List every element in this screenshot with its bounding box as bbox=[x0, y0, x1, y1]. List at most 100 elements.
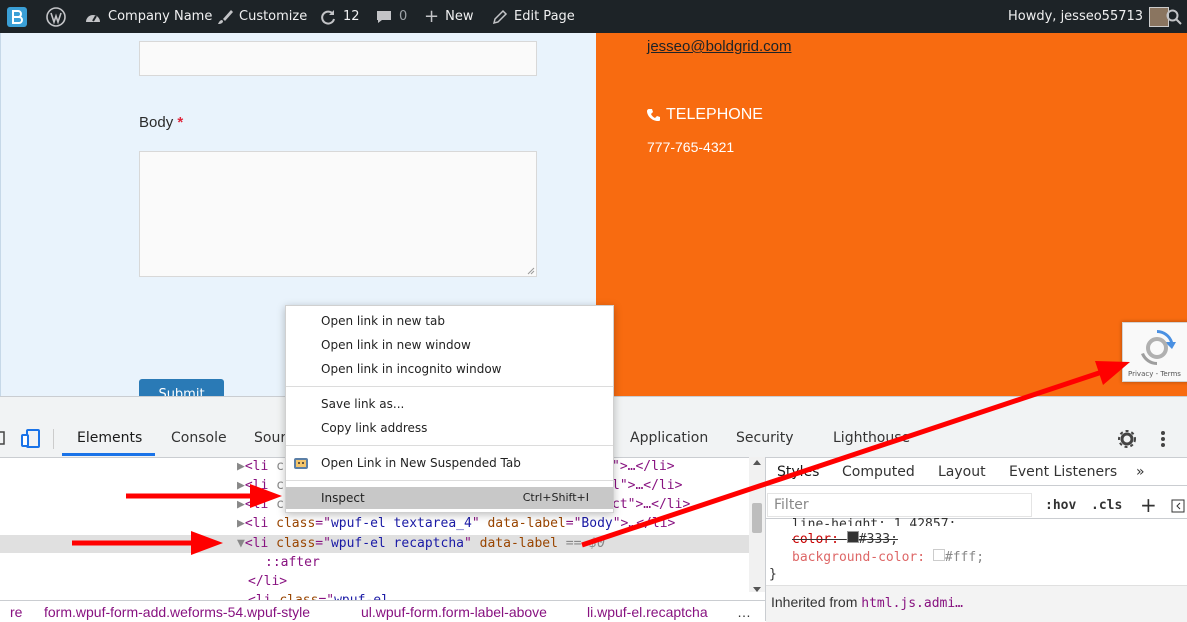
tab-application[interactable]: Application bbox=[630, 430, 708, 446]
breadcrumb-item[interactable]: form.wpuf-form-add.weforms-54.wpuf-style bbox=[44, 604, 310, 620]
styles-filter-input[interactable]: Filter bbox=[767, 493, 1032, 517]
menu-separator bbox=[286, 445, 613, 446]
tab-layout[interactable]: Layout bbox=[938, 464, 986, 480]
more-options-icon[interactable] bbox=[1160, 430, 1166, 448]
cls-toggle[interactable]: .cls bbox=[1091, 498, 1122, 513]
edit-page-label: Edit Page bbox=[514, 9, 575, 24]
tab-computed[interactable]: Computed bbox=[842, 464, 915, 480]
scroll-down-icon[interactable] bbox=[753, 587, 761, 593]
updates-count: 12 bbox=[343, 9, 360, 24]
hov-toggle[interactable]: :hov bbox=[1045, 498, 1076, 513]
css-color-val: #333; bbox=[858, 532, 898, 547]
new-label: New bbox=[445, 9, 474, 24]
menu-item-label: Save link as... bbox=[321, 397, 405, 411]
css-bg-line[interactable]: background-color: #fff; bbox=[792, 549, 984, 565]
tab-elements[interactable]: Elements bbox=[77, 430, 142, 446]
updates-link[interactable]: 12 bbox=[319, 0, 360, 33]
dom-line-5[interactable]: ▼<li class="wpuf-el recaptcha" data-labe… bbox=[237, 536, 605, 551]
menu-item-save-link[interactable]: Save link as... bbox=[286, 393, 613, 415]
phone-icon bbox=[647, 109, 660, 121]
menu-item-suspended-tab[interactable]: Open Link in New Suspended Tab bbox=[286, 452, 613, 474]
menu-item-copy-link[interactable]: Copy link address bbox=[286, 417, 613, 439]
dom-line-1[interactable]: ▶<li c bbox=[237, 459, 284, 474]
site-name-label: Company Name bbox=[108, 9, 213, 24]
context-menu: Open link in new tab Open link in new wi… bbox=[285, 305, 614, 513]
dashboard-gauge-icon bbox=[86, 14, 100, 22]
tab-security[interactable]: Security bbox=[736, 430, 794, 446]
howdy-label: Howdy, jesseo55713 bbox=[1008, 9, 1144, 24]
menu-item-label: Open Link in New Suspended Tab bbox=[321, 456, 521, 470]
dom-line-3[interactable]: ▶<li c bbox=[237, 497, 284, 512]
menu-item-label: Inspect bbox=[321, 491, 365, 505]
inspect-element-icon[interactable] bbox=[0, 430, 6, 446]
menu-item-label: Open link in new window bbox=[321, 338, 471, 352]
menu-item-open-new-tab[interactable]: Open link in new tab bbox=[286, 310, 613, 332]
menu-item-open-new-window[interactable]: Open link in new window bbox=[286, 334, 613, 356]
new-content-menu[interactable]: + New bbox=[424, 0, 473, 33]
body-label-text: Body bbox=[139, 114, 174, 131]
great-suspender-icon bbox=[294, 458, 308, 469]
search-icon[interactable] bbox=[1166, 0, 1182, 33]
dom-scrollbar-thumb[interactable] bbox=[752, 503, 762, 533]
scroll-up-icon[interactable] bbox=[753, 459, 761, 465]
breadcrumb-more-icon[interactable]: … bbox=[737, 604, 751, 620]
tab-lighthouse[interactable]: Lighthouse bbox=[833, 430, 910, 446]
css-bg-prop: background-color: bbox=[792, 550, 926, 565]
edit-page-link[interactable]: Edit Page bbox=[492, 0, 575, 33]
dom-line-4-class: wpuf-el textarea_4 bbox=[330, 516, 472, 531]
more-tabs-icon[interactable]: » bbox=[1136, 464, 1145, 480]
breadcrumb-item[interactable]: li.wpuf-el.recaptcha bbox=[587, 604, 708, 620]
comments-link[interactable]: 0 bbox=[375, 0, 407, 33]
telephone-heading: TELEPHONE bbox=[647, 106, 763, 124]
color-swatch[interactable] bbox=[846, 531, 859, 543]
menu-item-label: Copy link address bbox=[321, 421, 428, 435]
dom-after-pseudo[interactable]: ::after bbox=[265, 555, 320, 570]
css-color-line[interactable]: color: #333; bbox=[792, 531, 898, 547]
telephone-heading-text: TELEPHONE bbox=[666, 106, 763, 123]
resize-handle-icon[interactable] bbox=[527, 267, 535, 275]
inherited-selector-link[interactable]: html.js.admi… bbox=[861, 596, 963, 611]
menu-separator bbox=[286, 386, 613, 387]
tab-styles[interactable]: Styles bbox=[777, 464, 819, 480]
breadcrumb-item[interactable]: ul.wpuf-form.form-label-above bbox=[361, 604, 547, 620]
recaptcha-privacy-terms[interactable]: Privacy - Terms bbox=[1128, 370, 1181, 378]
dom-close-li[interactable]: </li> bbox=[248, 574, 287, 589]
gear-icon[interactable] bbox=[1118, 430, 1136, 448]
active-tab-indicator bbox=[62, 453, 155, 456]
breadcrumb-item[interactable]: re bbox=[10, 604, 22, 620]
menu-item-inspect[interactable]: Inspect Ctrl+Shift+I bbox=[286, 487, 613, 509]
submit-button[interactable]: Submit bbox=[139, 379, 224, 396]
my-account-menu[interactable]: Howdy, jesseo55713 bbox=[1008, 0, 1170, 33]
tab-console[interactable]: Console bbox=[171, 430, 227, 446]
menu-item-open-incognito[interactable]: Open link in incognito window bbox=[286, 358, 613, 380]
css-color-prop: color: bbox=[792, 532, 839, 547]
dom-line-1-tail: ">…</li> bbox=[612, 459, 675, 474]
new-style-rule-icon[interactable]: + bbox=[1140, 493, 1157, 517]
dom-line-4[interactable]: ▶<li class="wpuf-el textarea_4" data-lab… bbox=[237, 516, 675, 531]
site-name-menu[interactable]: Company Name bbox=[84, 0, 212, 33]
body-textarea[interactable] bbox=[139, 151, 537, 277]
wordpress-logo-icon[interactable] bbox=[46, 0, 66, 33]
admin-bar: Company Name Customize 12 0 + New Edit P… bbox=[0, 0, 1187, 33]
dom-line-2[interactable]: ▶<li c bbox=[237, 478, 284, 493]
menu-item-label: Open link in incognito window bbox=[321, 362, 502, 376]
comment-bubble-icon bbox=[377, 10, 391, 23]
device-toolbar-icon[interactable] bbox=[21, 428, 41, 448]
contact-info-panel bbox=[596, 33, 1187, 396]
css-line-height[interactable]: line-height: 1.42857; bbox=[792, 517, 956, 526]
color-swatch[interactable] bbox=[932, 549, 945, 561]
dom-line-2-tail: l">…</li> bbox=[612, 478, 683, 493]
tab-sources[interactable]: Sour bbox=[254, 430, 286, 446]
required-marker: * bbox=[177, 114, 184, 131]
recaptcha-logo-icon bbox=[1141, 330, 1176, 365]
tab-event-listeners[interactable]: Event Listeners bbox=[1009, 464, 1117, 480]
customize-link[interactable]: Customize bbox=[217, 0, 307, 33]
boldgrid-logo-icon[interactable] bbox=[6, 0, 28, 33]
dom-line-partial: <li class="wpuf-el bbox=[248, 593, 389, 600]
recaptcha-badge[interactable]: Privacy - Terms bbox=[1122, 322, 1187, 382]
email-link[interactable]: jesseo@boldgrid.com bbox=[647, 38, 791, 55]
toggle-sidebar-icon[interactable] bbox=[1171, 499, 1185, 513]
body-field-label: Body * bbox=[139, 114, 183, 131]
paintbrush-icon bbox=[218, 9, 233, 24]
form-text-input[interactable] bbox=[139, 41, 537, 76]
